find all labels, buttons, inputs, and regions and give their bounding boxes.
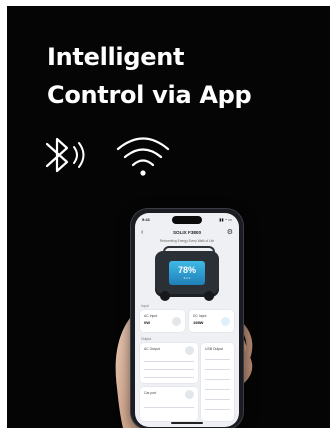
wifi-icon: [116, 137, 170, 176]
ac-outlet-row-1: [144, 361, 194, 362]
headline-line-2: Control via App: [47, 81, 252, 109]
usb-output-label: USB Output: [205, 347, 224, 351]
car-port-card[interactable]: Car port: [140, 387, 198, 421]
app-screen: 9:41 ▮▮ ◔ ▭ ‹ SOLIX F3800 ⚙ Reinventing …: [135, 213, 239, 427]
home-indicator: [171, 422, 203, 424]
battery-display: 78% 6.1 h: [169, 261, 205, 285]
output-section-label: Output: [141, 337, 152, 341]
plug-icon: [172, 317, 181, 326]
app-title: SOLIX F3800: [172, 230, 202, 235]
promo-banner: Intelligent Control via App 9:41 ▮▮ ◔ ▭ …: [7, 6, 330, 428]
usb-row-4: [205, 389, 230, 390]
ac-outlet-row-3: [144, 377, 194, 378]
ac-outlet-row-2: [144, 369, 194, 370]
device-handle: [163, 246, 215, 256]
solar-icon: [221, 317, 230, 326]
bluetooth-icon: [45, 137, 85, 173]
ac-toggle-icon[interactable]: [185, 346, 194, 355]
usb-row-5: [205, 399, 230, 400]
usb-row-3: [205, 379, 230, 380]
wheel-right: [204, 291, 214, 301]
ac-output-card[interactable]: AC Output: [140, 343, 198, 383]
wheel-left: [160, 291, 170, 301]
battery-percent: 78%: [177, 265, 196, 275]
dynamic-island: [172, 216, 202, 224]
headline: Intelligent Control via App: [47, 38, 252, 114]
app-tagline: Reinventing Energy Every Walk of Life: [159, 239, 215, 243]
smartphone: 9:41 ▮▮ ◔ ▭ ‹ SOLIX F3800 ⚙ Reinventing …: [131, 209, 243, 428]
usb-row-6: [205, 409, 230, 410]
ac-input-label: AC Input: [144, 314, 158, 318]
car-port-label: Car port: [144, 391, 157, 395]
battery-remaining: 6.1 h: [183, 276, 191, 280]
status-icons: ▮▮ ◔ ▭: [219, 217, 232, 222]
gear-icon[interactable]: ⚙: [227, 228, 233, 236]
power-station-image: 78% 6.1 h: [155, 246, 219, 301]
dc-input-card[interactable]: DC Input 198W: [189, 310, 234, 332]
headline-line-1: Intelligent: [47, 43, 185, 71]
usb-row-1: [205, 359, 230, 360]
dc-input-label: DC Input: [193, 314, 207, 318]
dc-input-value: 198W: [193, 320, 204, 325]
car-port-toggle-icon[interactable]: [185, 390, 194, 399]
ac-input-value: 0W: [144, 320, 150, 325]
car-port-row: [144, 407, 194, 408]
usb-row-2: [205, 369, 230, 370]
usb-output-card[interactable]: USB Output: [201, 343, 234, 421]
ac-output-label: AC Output: [144, 347, 160, 351]
status-time: 9:41: [142, 217, 151, 222]
ac-input-card[interactable]: AC Input 0W: [140, 310, 185, 332]
input-section-label: Input: [141, 304, 149, 308]
